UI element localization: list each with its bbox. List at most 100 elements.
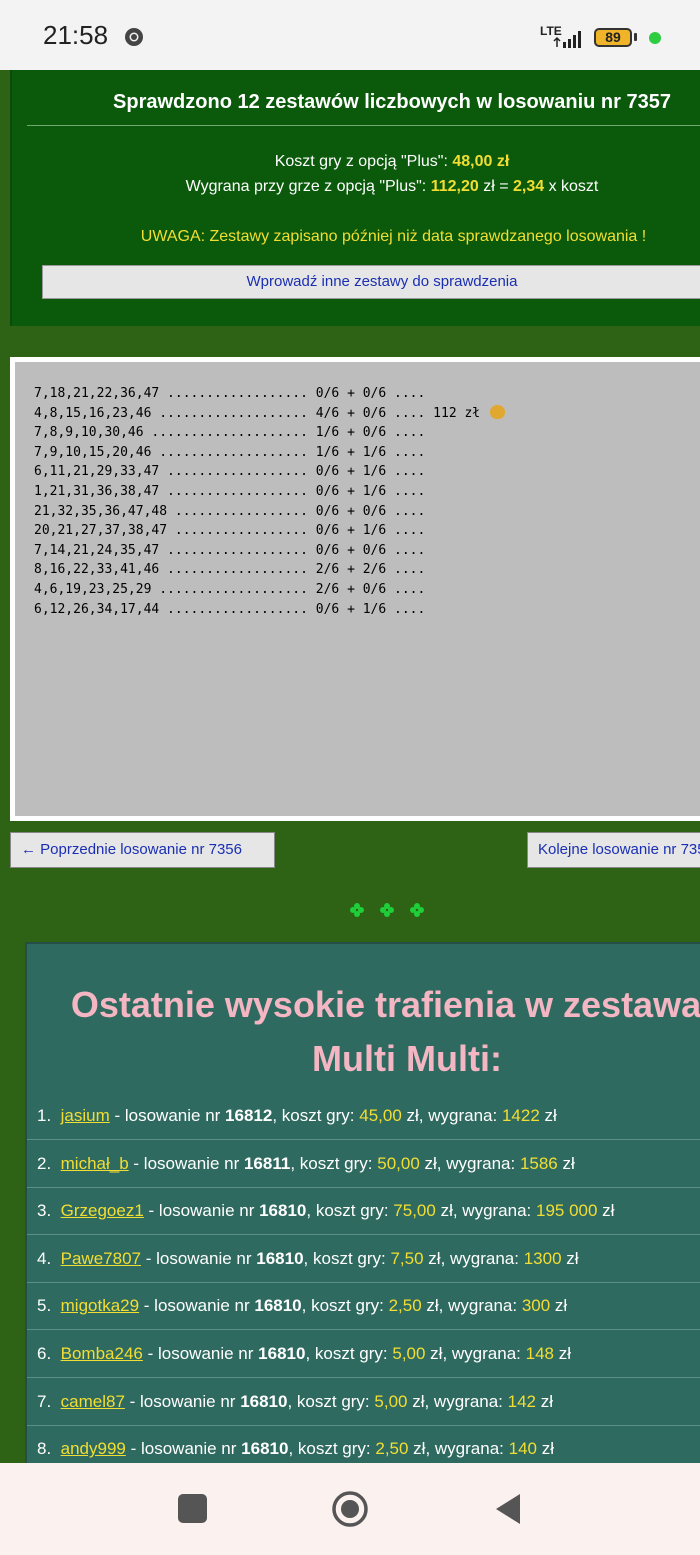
draw-label: - losowanie nr (124, 1391, 241, 1411)
win-row: 6. Bomba246 - losowanie nr 16810, koszt … (27, 1331, 700, 1378)
row-number: 7. (37, 1391, 52, 1411)
wins-title: Ostatnie wysokie trafienia w zestawach M… (70, 984, 700, 1079)
user-link[interactable]: andy999 (61, 1439, 126, 1458)
prize-label: zł, wygrana: (419, 1153, 520, 1173)
clover-icon (410, 903, 424, 917)
result-row: 7,14,21,24,35,47 .................. 0/6 … (34, 542, 426, 558)
win-row-text: 8. andy999 - losowanie nr 16810, koszt g… (37, 1439, 554, 1459)
cost-label: Koszt gry z opcją "Plus": (274, 153, 453, 170)
draw-label: - losowanie nr (140, 1248, 257, 1268)
user-link[interactable]: migotka29 (61, 1296, 139, 1315)
cost-value: 5,00 (374, 1391, 408, 1411)
currency: zł (550, 1296, 568, 1316)
navigation-bar (0, 1463, 700, 1555)
row-number: 2. (37, 1153, 52, 1173)
cost-value: 75,00 (393, 1201, 436, 1221)
cost-label: , koszt gry: (288, 1439, 376, 1459)
cost-value: 2,50 (388, 1296, 422, 1316)
clock: 21:58 (43, 20, 109, 50)
prize-value: 1586 (519, 1153, 558, 1173)
cost-value: 50,00 (377, 1153, 420, 1173)
currency: zł (539, 1106, 557, 1125)
draw-number: 16810 (256, 1248, 304, 1268)
draw-label: - losowanie nr (139, 1296, 255, 1316)
cost-label: , koszt gry: (303, 1248, 391, 1268)
currency: zł (597, 1201, 615, 1221)
win-row: 2. michał_b - losowanie nr 16811, koszt … (27, 1141, 700, 1188)
prize-label: zł, wygrana: (425, 1344, 526, 1363)
win-row: 5. migotka29 - losowanie nr 16810, koszt… (27, 1283, 700, 1331)
money-bag-icon (489, 404, 505, 419)
currency: zł (557, 1153, 575, 1173)
result-row: 20,21,27,37,38,47 ................. 0/6 … (34, 523, 426, 539)
currency: zł (553, 1344, 571, 1363)
row-number: 5. (37, 1296, 52, 1316)
currency: zł (536, 1391, 554, 1411)
result-row: 7,9,10,15,20,46 ................... 1/6 … (34, 444, 426, 460)
win-row-text: 7. camel87 - losowanie nr 16810, koszt g… (37, 1392, 553, 1412)
win-suffix: x koszt (544, 178, 599, 195)
user-link[interactable]: Bomba246 (61, 1344, 143, 1363)
prize-value: 300 (521, 1296, 551, 1316)
result-row: 8,16,22,33,41,46 .................. 2/6 … (34, 562, 426, 578)
win-mid: zł = (478, 178, 513, 195)
prize-value: 140 (508, 1439, 537, 1459)
result-row: 4,6,19,23,25,29 ................... 2/6 … (34, 581, 426, 597)
prize-label: zł, wygrana: (435, 1201, 536, 1221)
draw-label: - losowanie nr (142, 1344, 259, 1363)
win-row: 1. jasium - losowanie nr 16812, koszt gr… (27, 1093, 700, 1140)
back-icon[interactable] (494, 1492, 522, 1526)
draw-label: - losowanie nr (143, 1201, 260, 1221)
result-row: 7,8,9,10,30,46 .................... 1/6 … (34, 425, 426, 441)
results-box: 7,18,21,22,36,47 .................. 0/6 … (15, 362, 700, 816)
warning-text: UWAGA: Zestawy zapisano później niż data… (140, 228, 647, 245)
win-row: 3. Grzegoez1 - losowanie nr 16810, koszt… (27, 1188, 700, 1236)
row-number: 6. (37, 1344, 52, 1363)
cost-label: , koszt gry: (290, 1153, 378, 1173)
recent-wins-panel: Ostatnie wysokie trafienia w zestawach M… (25, 942, 700, 1472)
cost-label: , koszt gry: (305, 1344, 393, 1363)
summary-title: Sprawdzono 12 zestawów liczbowych w loso… (113, 91, 671, 113)
clover-icon (350, 903, 364, 917)
cost-value: 45,00 (359, 1106, 402, 1125)
result-row: 6,11,21,29,33,47 .................. 0/6 … (34, 464, 426, 480)
win-row-text: 1. jasium - losowanie nr 16812, koszt gr… (37, 1106, 557, 1126)
prize-label: zł, wygrana: (408, 1439, 509, 1459)
win-row-text: 3. Grzegoez1 - losowanie nr 16810, koszt… (37, 1201, 614, 1221)
cost-value: 48,00 zł (452, 153, 510, 170)
draw-number: 16810 (241, 1439, 289, 1459)
cost-value: 5,00 (392, 1344, 426, 1363)
prize-value: 1422 (501, 1106, 540, 1125)
win-row-text: 6. Bomba246 - losowanie nr 16810, koszt … (37, 1344, 571, 1364)
enter-other-sets-button[interactable]: Wprowadź inne zestawy do sprawdzenia (42, 265, 700, 299)
previous-draw-button[interactable]: ← Poprzednie losowanie nr 7356 (10, 832, 275, 868)
currency: zł (561, 1248, 579, 1268)
draw-number: 16811 (243, 1153, 291, 1173)
draw-number: 16810 (259, 1201, 307, 1221)
home-icon[interactable] (331, 1490, 369, 1528)
user-link[interactable]: camel87 (61, 1392, 125, 1411)
draw-label: - losowanie nr (125, 1439, 242, 1459)
prize-label: zł, wygrana: (423, 1248, 524, 1268)
chrome-icon (125, 28, 143, 46)
results-list: 7,18,21,22,36,47 .................. 0/6 … (34, 384, 505, 619)
recents-icon[interactable] (178, 1494, 207, 1523)
cost-label: , koszt gry: (287, 1391, 375, 1411)
user-link[interactable]: Pawe7807 (61, 1249, 141, 1268)
prize-value: 1300 (523, 1248, 562, 1268)
win-label: Wygrana przy grze z opcją "Plus": (185, 178, 431, 195)
prize-value: 195 000 (536, 1201, 598, 1221)
win-row: 7. camel87 - losowanie nr 16810, koszt g… (27, 1379, 700, 1426)
draw-label: - losowanie nr (109, 1106, 226, 1125)
draw-number: 16810 (240, 1391, 288, 1411)
user-link[interactable]: jasium (61, 1106, 110, 1125)
draw-label: - losowanie nr (128, 1153, 244, 1173)
win-line: Wygrana przy grze z opcją "Plus": 112,20… (12, 178, 700, 196)
win-row-text: 4. Pawe7807 - losowanie nr 16810, koszt … (37, 1249, 579, 1269)
user-link[interactable]: Grzegoez1 (61, 1201, 144, 1220)
user-link[interactable]: michał_b (61, 1154, 129, 1173)
next-draw-button[interactable]: Kolejne losowanie nr 7358 (527, 832, 700, 868)
privacy-indicator-dot (649, 32, 661, 44)
win-row-text: 5. migotka29 - losowanie nr 16810, koszt… (37, 1296, 567, 1316)
cost-label: , koszt gry: (306, 1201, 394, 1221)
